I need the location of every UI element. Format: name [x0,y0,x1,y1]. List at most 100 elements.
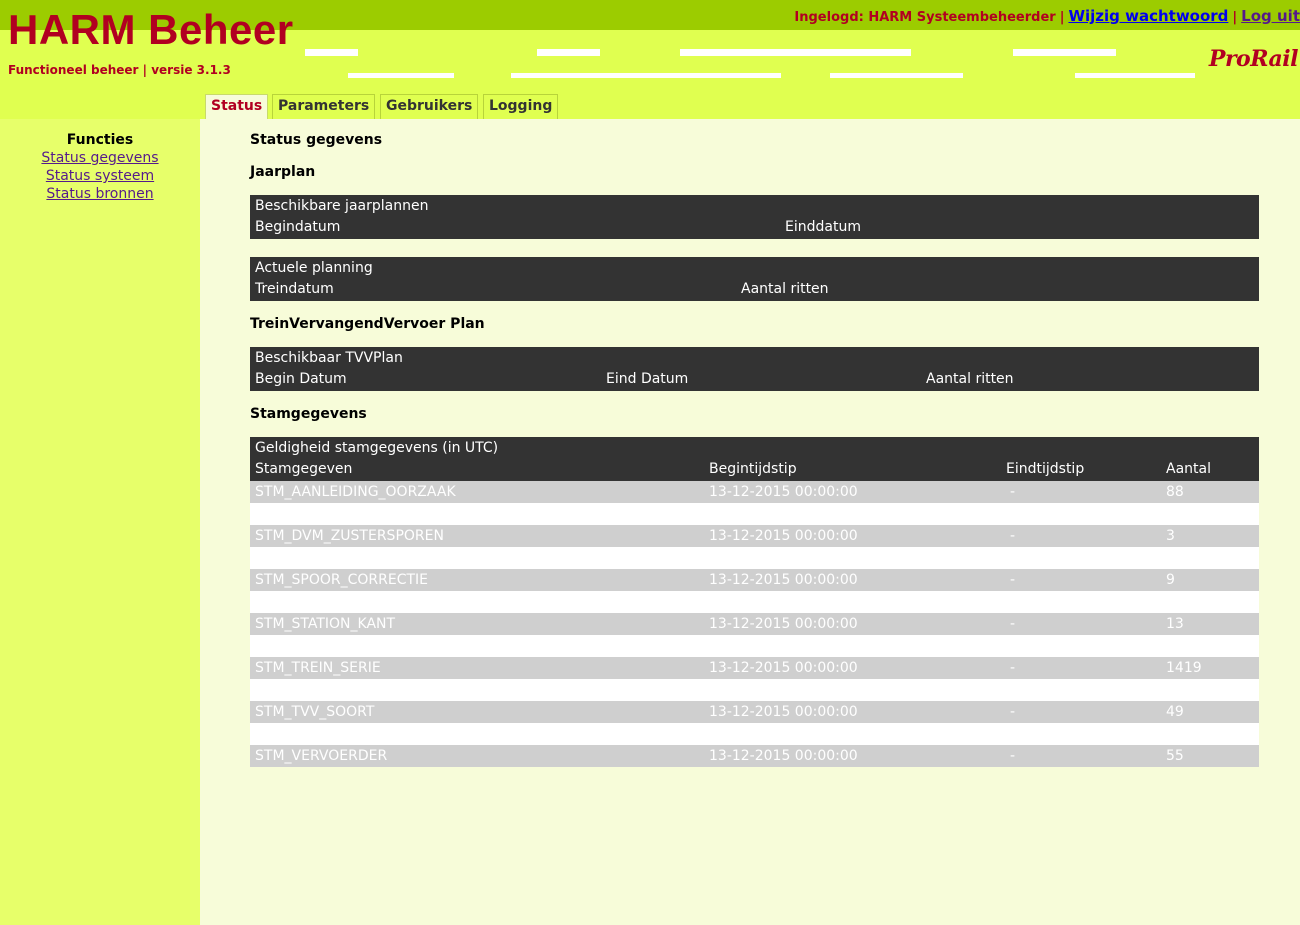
table-row: STM_SPOORCODE 13-12-2015 00:00:00-1805 [250,547,1259,569]
table-row: STM_STATION 13-12-2015 00:00:00-639 [250,591,1259,613]
stamgegeven-cell: STM_AANLEIDING_OORZAAK [250,481,704,503]
app-title: HARM Beheer [8,6,294,53]
app-subtitle: Functioneel beheer | versie 3.1.3 [8,63,231,77]
stamgegevens-rows: STM_AANLEIDING_OORZAAK 13-12-2015 00:00:0… [250,481,1259,767]
stamgegeven-cell: STM_STATION [250,591,704,613]
eindtijdstip-cell: - [1001,569,1161,591]
change-password-link[interactable]: Wijzig wachtwoord [1068,7,1228,25]
page-title: Status gegevens [250,132,383,148]
eindtijdstip-cell: - [1001,547,1161,569]
tvv-heading: TreinVervangendVervoer Plan [250,316,485,332]
rail-track-decoration [1013,49,1116,56]
tab-parameters[interactable]: Parameters [272,94,376,119]
table-row: STM_TNV_VENSTER 17-12-2015 10:01:25-1087 [250,635,1259,657]
actuele-planning-table: Actuele planning Treindatum Aantal ritte… [250,257,1259,301]
begintijdstip-cell: 13-12-2015 00:00:00 [704,657,1001,679]
eindtijdstip-cell: - [1001,701,1161,723]
column-header: Aantal ritten [741,281,829,297]
sidebar-item-status-bronnen[interactable]: Status bronnen [0,185,200,203]
user-bar: Ingelogd: HARM Systeembeheerder | Wijzig w… [794,7,1300,25]
aantal-cell: 88 [1161,481,1259,503]
stamgegeven-cell: STM_DOORGAANDE_VERBINDING [250,503,704,525]
eindtijdstip-cell: - [1001,679,1161,701]
table-caption: Geldigheid stamgegevens (in UTC) [255,440,499,456]
rail-track-decoration [680,49,911,56]
column-header: Eind Datum [606,371,689,387]
column-header: Aantal [1166,461,1211,477]
stamgegeven-cell: STM_DVM_ZUSTERSPOREN [250,525,704,547]
aantal-cell: 639 [1161,591,1259,613]
aantal-cell: 9 [1161,569,1259,591]
jaarplan-heading: Jaarplan [250,164,316,180]
column-header: Begin Datum [255,371,347,387]
table-caption: Beschikbare jaarplannen [255,198,429,214]
aantal-cell: 13 [1161,613,1259,635]
tab-logging[interactable]: Logging [483,94,559,119]
table-header-row: Begin Datum Eind Datum Aantal ritten [250,369,1259,391]
begintijdstip-cell: 13-12-2015 00:00:00 [704,613,1001,635]
column-header: Begindatum [255,219,341,235]
table-caption: Actuele planning [255,260,373,276]
logged-in-user: Ingelogd: HARM Systeembeheerder [794,10,1056,25]
rail-track-decoration [511,73,781,78]
stamgegeven-cell: STM_STATION_KANT [250,613,704,635]
table-row: STM_VERKORTE_ROUTE 13-12-2015 00:00:00-97 [250,723,1259,745]
begintijdstip-cell: 17-12-2015 10:01:25 [704,635,1001,657]
table-row: STM_TREIN_SOORT 13-12-2015 00:00:00-49 [250,679,1259,701]
begintijdstip-cell: 13-12-2015 00:00:00 [704,701,1001,723]
aantal-cell: 49 [1161,679,1259,701]
eindtijdstip-cell: - [1001,613,1161,635]
table-row: STM_AANLEIDING_OORZAAK 13-12-2015 00:00:0… [250,481,1259,503]
begintijdstip-cell: 13-12-2015 00:00:00 [704,679,1001,701]
eindtijdstip-cell: - [1001,635,1161,657]
tab-status[interactable]: Status [205,94,269,119]
table-header-row: Treindatum Aantal ritten [250,279,1259,301]
aantal-cell: 49 [1161,701,1259,723]
jaarplannen-table: Beschikbare jaarplannen Begindatum Eindd… [250,195,1259,239]
rail-track-decoration [348,73,454,78]
aantal-cell: 1087 [1161,635,1259,657]
rail-track-decoration [537,49,600,56]
sidebar: Functies Status gegevens Status systeem … [0,119,200,925]
begintijdstip-cell: 13-12-2015 00:00:00 [704,569,1001,591]
table-caption: Beschikbaar TVVPlan [255,350,403,366]
stamgegeven-cell: STM_VERVOERDER [250,745,704,767]
begintijdstip-cell: 13-12-2015 00:00:00 [704,503,1001,525]
stamgegeven-cell: STM_TVV_SOORT [250,701,704,723]
eindtijdstip-cell: - [1001,657,1161,679]
tab-gebruikers[interactable]: Gebruikers [380,94,479,119]
tvvplan-table: Beschikbaar TVVPlan Begin Datum Eind Dat… [250,347,1259,391]
rail-track-decoration [1075,73,1195,78]
logout-link[interactable]: Log uit [1241,7,1300,25]
stamgegeven-cell: STM_VERKORTE_ROUTE [250,723,704,745]
stamgegevens-table: Geldigheid stamgegevens (in UTC) Stamgeg… [250,437,1259,767]
table-row: STM_SPOOR_CORRECTIE 13-12-2015 00:00:00-9 [250,569,1259,591]
sidebar-item-status-systeem[interactable]: Status systeem [0,167,200,185]
table-row: STM_DOORGAANDE_VERBINDING 13-12-2015 00:0… [250,503,1259,525]
sidebar-item-status-gegevens[interactable]: Status gegevens [0,149,200,167]
begintijdstip-cell: 13-12-2015 00:00:00 [704,481,1001,503]
column-header: Eindtijdstip [1006,461,1085,477]
table-row: STM_TREIN_SERIE 13-12-2015 00:00:00-1419 [250,657,1259,679]
eindtijdstip-cell: - [1001,745,1161,767]
begintijdstip-cell: 13-12-2015 00:00:00 [704,723,1001,745]
table-header-row: Stamgegeven Begintijdstip Eindtijdstip A… [250,459,1259,481]
eindtijdstip-cell: - [1001,591,1161,613]
table-row: STM_DVM_ZUSTERSPOREN 13-12-2015 00:00:00-… [250,525,1259,547]
eindtijdstip-cell: - [1001,723,1161,745]
column-header: Begintijdstip [709,461,797,477]
begintijdstip-cell: 13-12-2015 00:00:00 [704,525,1001,547]
eindtijdstip-cell: - [1001,525,1161,547]
column-header: Treindatum [255,281,334,297]
aantal-cell: 1419 [1161,657,1259,679]
stamgegeven-cell: STM_TNV_VENSTER [250,635,704,657]
column-header: Aantal ritten [926,371,1014,387]
begintijdstip-cell: 13-12-2015 00:00:00 [704,591,1001,613]
rail-track-decoration [305,49,358,56]
app-header: HARM Beheer Functioneel beheer | versie … [0,0,1300,90]
stamgegeven-cell: STM_SPOOR_CORRECTIE [250,569,704,591]
prorail-logo: ProRail [1208,46,1299,72]
tab-bar [0,90,1300,119]
begintijdstip-cell: 13-12-2015 00:00:00 [704,547,1001,569]
stamgegevens-heading: Stamgegevens [250,406,367,422]
